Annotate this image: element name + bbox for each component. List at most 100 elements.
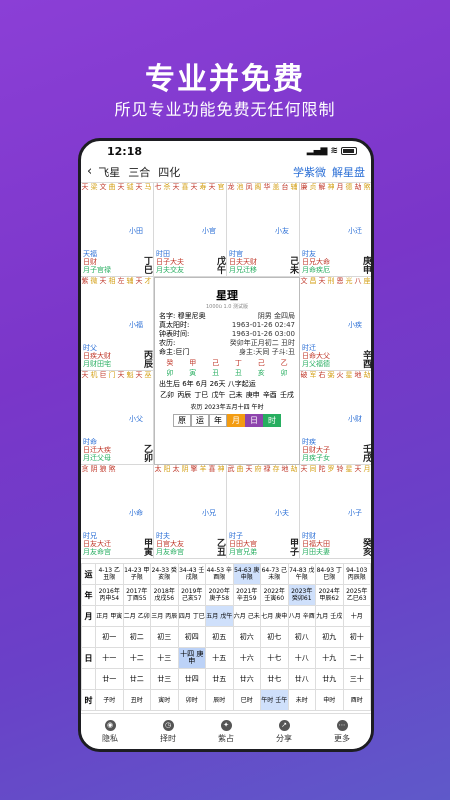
period-cell[interactable]: 2017年 丁酉55: [122, 584, 151, 606]
period-cell[interactable]: 酉时: [342, 689, 371, 711]
period-cell[interactable]: 14-23 甲子限: [122, 563, 151, 585]
palace-cell[interactable]: 天机巨门天魁天巫天哭小父时命日迁大疾月迁父母 乙卯: [81, 371, 154, 465]
tab-sihua[interactable]: 四化: [158, 164, 180, 180]
day-cell[interactable]: 廿九: [315, 668, 344, 690]
period-cell[interactable]: 4-13 乙丑限: [95, 563, 124, 585]
palace-cell[interactable]: 武曲天府禄存地劫红鸾小夫时子日田大官月官兄弟 甲子: [227, 465, 300, 559]
day-cell[interactable]: 十七: [260, 647, 289, 669]
period-cell[interactable]: 24-33 癸亥限: [150, 563, 179, 585]
period-cell[interactable]: 2025年 乙巳63: [342, 584, 371, 606]
day-cell[interactable]: 二十: [342, 647, 371, 669]
day-cell[interactable]: 初四: [177, 626, 206, 648]
period-cell[interactable]: 卯时: [177, 689, 206, 711]
period-cell[interactable]: 正月 甲寅: [95, 605, 124, 627]
period-cell[interactable]: 二月 乙卯: [122, 605, 151, 627]
period-cell[interactable]: 丑时: [122, 689, 151, 711]
day-cell[interactable]: 十三: [150, 647, 179, 669]
day-cell[interactable]: 廿一: [95, 668, 124, 690]
palace-cell[interactable]: 太阳太阴擎羊喜神天哭小兄时夫日官大友月友命宫 乙丑: [154, 465, 227, 559]
palace-cell[interactable]: 贪阴狼煞小命 时兄 日友大迁 月友命宫 甲寅: [81, 465, 154, 559]
learn-ziwei-link[interactable]: 学紫微: [293, 164, 326, 180]
day-cell[interactable]: 初七: [260, 626, 289, 648]
day-cell[interactable]: 初二: [122, 626, 151, 648]
palace-cell[interactable]: 七杀天喜天寿天官小官 时田 日子大夫 月夫交友 戊午: [154, 183, 227, 277]
day-cell[interactable]: 初九: [315, 626, 344, 648]
tab-sanhe[interactable]: 三合: [128, 164, 150, 180]
period-cell[interactable]: 三月 丙辰: [150, 605, 179, 627]
dock-item-2[interactable]: ✦ 紫占: [218, 719, 234, 744]
palace-cell[interactable]: 天梁文曲天钺天马天贵小田天福日财月子官禄 丁巳: [81, 183, 154, 277]
day-cell[interactable]: 十一: [95, 647, 124, 669]
palace-cell[interactable]: 龙池凤阁华盖台辅小友 时官 日夫天财 月兄迁移 己未: [227, 183, 300, 277]
period-cell[interactable]: 寅时: [150, 689, 179, 711]
palace-cell[interactable]: 紫微天相左辅天才天空小福时父日疾大财月财田宅 丙辰: [81, 277, 154, 371]
star-name: 阴: [90, 465, 98, 472]
period-cell[interactable]: 44-53 辛酉限: [205, 563, 234, 585]
palace-cell[interactable]: 破军右弼火星地劫天厨小财时疾日财大子月疾子女 壬戌: [300, 371, 371, 465]
day-cell[interactable]: 廿八: [287, 668, 316, 690]
day-cell[interactable]: 十九: [315, 647, 344, 669]
period-cell[interactable]: 2023年 癸卯61: [287, 584, 316, 606]
period-cell[interactable]: 84-93 丁巳限: [315, 563, 344, 585]
day-cell[interactable]: 十八: [287, 647, 316, 669]
day-cell[interactable]: 十四 庚申: [177, 647, 206, 669]
period-cell[interactable]: 54-63 庚申限: [232, 563, 261, 585]
day-cell[interactable]: 廿七: [260, 668, 289, 690]
period-cell[interactable]: 子时: [95, 689, 124, 711]
interpret-chart-link[interactable]: 解星盘: [332, 164, 365, 180]
dock-item-4[interactable]: ⋯ 更多: [334, 719, 350, 744]
period-cell[interactable]: 34-43 壬戌限: [177, 563, 206, 585]
day-cell[interactable]: 初五: [205, 626, 234, 648]
period-cell[interactable]: 午时 壬午: [260, 689, 289, 711]
day-cell[interactable]: 廿五: [205, 668, 234, 690]
seg-yun[interactable]: 运: [191, 414, 209, 427]
palace-cell[interactable]: 文昌天刑恩光八座天虚小疾时迁日命大父月父福德 辛酉: [300, 277, 371, 371]
dock-item-3[interactable]: ↗ 分享: [276, 719, 292, 744]
seg-yue[interactable]: 月: [227, 414, 245, 427]
period-cell[interactable]: 2024年 甲辰62: [315, 584, 344, 606]
palace-cell[interactable]: 天同陀罗铃星天月天虚小子时财日福大田月田夫妻 癸亥: [300, 465, 371, 559]
day-cell[interactable]: 廿三: [150, 668, 179, 690]
period-cell[interactable]: 64-73 己未限: [260, 563, 289, 585]
period-cell[interactable]: 辰时: [205, 689, 234, 711]
period-cell[interactable]: 四月 丁巳: [177, 605, 206, 627]
seg-yuan[interactable]: 原: [173, 414, 191, 427]
dock-item-1[interactable]: ◷ 择时: [160, 719, 176, 744]
period-cell[interactable]: 2019年 己亥57: [177, 584, 206, 606]
period-cell[interactable]: 七月 庚申: [260, 605, 289, 627]
period-cell[interactable]: 2018年 戊戌56: [150, 584, 179, 606]
day-cell[interactable]: 廿四: [177, 668, 206, 690]
day-cell[interactable]: 廿二: [122, 668, 151, 690]
day-cell[interactable]: 初三: [150, 626, 179, 648]
seg-nian[interactable]: 年: [209, 414, 227, 427]
palace-cell[interactable]: 廉贞解神月德劫煞大耗小迁时友日兄大命月命疾厄 庚申: [300, 183, 371, 277]
day-cell[interactable]: 廿六: [232, 668, 261, 690]
period-cell[interactable]: 五月 戊午: [205, 605, 234, 627]
dock-item-0[interactable]: ◉ 隐私: [102, 719, 118, 744]
day-cell[interactable]: 初一: [95, 626, 124, 648]
period-cell[interactable]: 申时: [315, 689, 344, 711]
day-cell[interactable]: 十二: [122, 647, 151, 669]
period-cell[interactable]: 2016年 丙申54: [95, 584, 124, 606]
back-button[interactable]: ‹: [87, 164, 92, 179]
period-cell[interactable]: 九月 壬戌: [315, 605, 344, 627]
period-cell[interactable]: 2020年 庚子58: [205, 584, 234, 606]
day-cell[interactable]: 初十: [342, 626, 371, 648]
period-cell[interactable]: 十月: [342, 605, 371, 627]
period-cell[interactable]: 未时: [287, 689, 316, 711]
period-cell[interactable]: 2022年 壬寅60: [260, 584, 289, 606]
seg-ri[interactable]: 日: [245, 414, 263, 427]
period-cell[interactable]: 八月 辛酉: [287, 605, 316, 627]
day-cell[interactable]: 三十: [342, 668, 371, 690]
day-cell[interactable]: 初六: [232, 626, 261, 648]
tab-feixing[interactable]: 飞星: [98, 164, 120, 180]
seg-shi[interactable]: 时: [263, 414, 281, 427]
day-cell[interactable]: 初八: [287, 626, 316, 648]
period-cell[interactable]: 94-103 丙辰限: [342, 563, 371, 585]
day-cell[interactable]: 十六: [232, 647, 261, 669]
period-cell[interactable]: 74-83 戊午限: [287, 563, 316, 585]
period-cell[interactable]: 巳时: [232, 689, 261, 711]
period-cell[interactable]: 2021年 辛丑59: [232, 584, 261, 606]
day-cell[interactable]: 十五: [205, 647, 234, 669]
period-cell[interactable]: 六月 己未: [232, 605, 261, 627]
